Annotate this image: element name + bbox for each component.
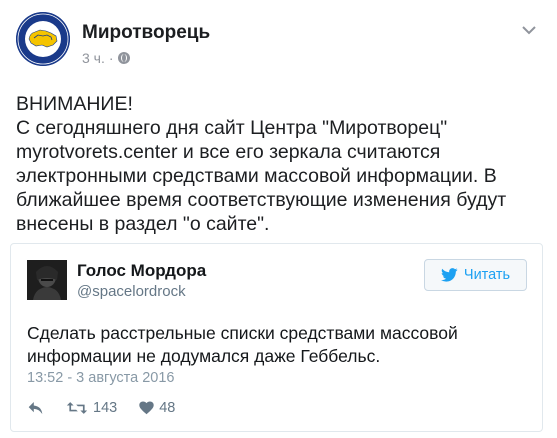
heart-icon	[139, 401, 154, 415]
retweet-button[interactable]: 143	[66, 400, 117, 416]
embedded-tweet[interactable]: Голос Мордора @spacelordrock Читать Сдел…	[10, 243, 543, 432]
follow-button[interactable]: Читать	[424, 259, 527, 291]
reply-icon	[28, 402, 43, 414]
tweet-author[interactable]: Голос Мордора @spacelordrock	[77, 261, 206, 302]
reply-button[interactable]	[27, 401, 44, 415]
retweet-count: 143	[93, 400, 118, 416]
post-meta: 3 ч. ·	[82, 50, 130, 66]
globe-icon[interactable]	[117, 52, 130, 64]
tweet-actions: 143 48	[27, 400, 175, 416]
post-text: ВНИМАНИЕ! С сегодняшнего дня сайт Центра…	[16, 93, 507, 235]
twitter-bird-icon	[440, 268, 458, 282]
post-time[interactable]: 3 ч.	[82, 50, 105, 66]
like-count: 48	[159, 400, 176, 416]
meta-separator: ·	[108, 50, 114, 66]
tweet-author-name[interactable]: Голос Мордора	[77, 261, 206, 281]
like-button[interactable]: 48	[139, 400, 175, 416]
tweet-date[interactable]: 13:52 - 3 августа 2016	[27, 370, 175, 386]
chevron-down-icon[interactable]	[517, 18, 541, 42]
retweet-icon	[66, 402, 88, 414]
mirotvorets-logo	[16, 12, 70, 66]
post-header: Миротворець 3 ч. ·	[16, 12, 541, 72]
page-name[interactable]: Миротворець	[82, 22, 210, 44]
tweet-avatar[interactable]	[27, 260, 67, 300]
follow-label: Читать	[463, 267, 511, 283]
tweet-text: Сделать расстрельные списки средствами м…	[27, 323, 458, 366]
page-avatar[interactable]	[16, 12, 70, 66]
facebook-post: Миротворець 3 ч. · ВНИМАНИЕ! С сегодняшн…	[0, 0, 557, 438]
tweet-author-handle[interactable]: @spacelordrock	[77, 282, 206, 302]
